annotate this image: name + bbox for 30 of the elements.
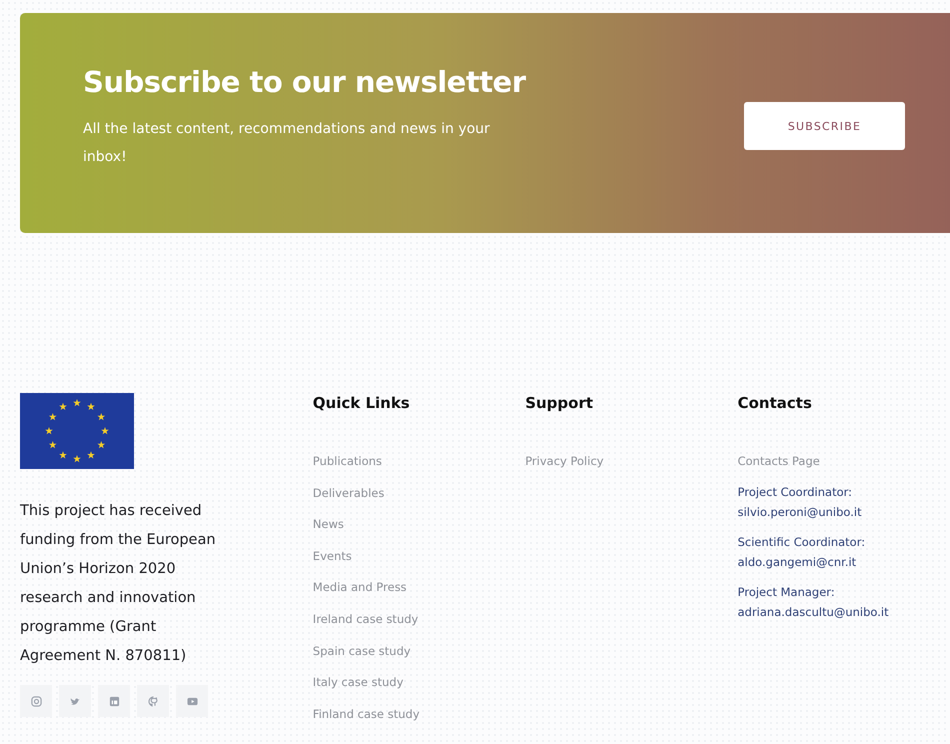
bird-icon[interactable] <box>59 685 91 717</box>
footer-link[interactable]: Publications <box>312 454 382 468</box>
footer-link[interactable]: Privacy Policy <box>525 454 604 468</box>
subscribe-button[interactable]: SUBSCRIBE <box>744 102 905 150</box>
instagram-icon[interactable] <box>20 685 52 717</box>
contact-role: Project Manager: <box>738 584 836 601</box>
footer-link[interactable]: Media and Press <box>312 580 407 594</box>
footer-link[interactable]: Deliverables <box>312 486 384 500</box>
footer-link[interactable]: Events <box>312 548 352 563</box>
footer-link[interactable]: News <box>312 517 344 532</box>
column-heading: Support <box>525 393 594 412</box>
newsletter-title: Subscribe to our newsletter <box>83 65 527 99</box>
funding-text: This project has received funding from the European Union’s Horizon 2020 research and innovation programme (Grant Agreement N. 870811) <box>20 502 217 666</box>
github-icon[interactable] <box>137 685 169 717</box>
column-heading: Quick Links <box>312 393 411 412</box>
footer-link[interactable]: Spain case study <box>312 644 411 658</box>
email-link[interactable]: adriana.dascultu@unibo.it <box>738 602 950 622</box>
column-heading: Contacts <box>738 393 813 412</box>
email-link[interactable]: aldo.gangemi@cnr.it <box>738 552 950 572</box>
footer-link[interactable]: Ireland case study <box>312 612 418 626</box>
contact-role: Scientific Coordinator: <box>738 534 866 551</box>
eu-flag-icon <box>20 393 134 469</box>
linkedin-icon[interactable] <box>98 685 130 717</box>
contacts-page-link[interactable]: Contacts Page <box>738 454 820 468</box>
contact-role: Project Coordinator: <box>738 484 854 501</box>
footer-link[interactable]: Finland case study <box>312 706 420 721</box>
newsletter-description: All the latest content, recommendations and news in your inbox! <box>83 120 491 167</box>
play-icon[interactable] <box>176 685 208 717</box>
footer-link[interactable]: Italy case study <box>312 675 404 690</box>
email-link[interactable]: silvio.peroni@unibo.it <box>738 502 950 522</box>
